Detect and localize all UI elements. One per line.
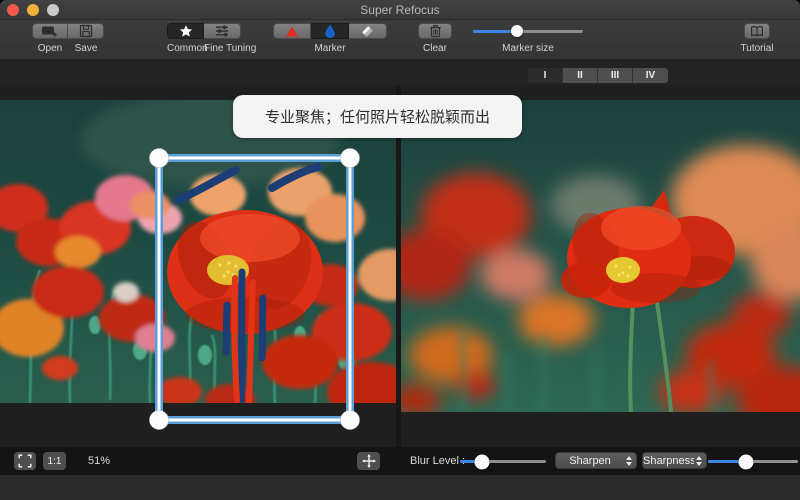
window-title: Super Refocus — [360, 3, 440, 17]
sharpness-slider[interactable] — [708, 454, 798, 469]
marker-background-button[interactable] — [273, 23, 311, 39]
floppy-disk-icon — [79, 24, 92, 38]
view-level-4[interactable]: IV — [633, 68, 668, 83]
statusbar: 1:1 51% Blur Level : Sharpen Sharpness — [0, 447, 800, 475]
actual-size-button[interactable]: 1:1 — [43, 452, 66, 470]
result-photo-panel[interactable] — [401, 100, 800, 412]
ratio-label: 1:1 — [47, 455, 62, 467]
star-icon — [179, 25, 192, 37]
tooltip-text: 专业聚焦；任何照片轻松脱颖而出 — [264, 109, 490, 126]
view-level-2[interactable]: II — [563, 68, 598, 83]
common-tab-button[interactable] — [167, 23, 204, 39]
updown-chevrons-icon — [626, 455, 632, 466]
view-level-segmented-control: I II III IV — [528, 68, 668, 83]
sliders-icon — [216, 25, 228, 37]
param-dropdown-value: Sharpness — [643, 454, 694, 467]
tutorial-button[interactable] — [744, 23, 770, 39]
tutorial-label: Tutorial — [740, 43, 774, 54]
save-button[interactable] — [68, 23, 104, 39]
book-icon — [751, 25, 763, 37]
marker-size-slider[interactable] — [473, 23, 583, 39]
marker-focus-button[interactable] — [311, 23, 349, 39]
app-window: Super Refocus Open Save Common Fine Tuni… — [0, 0, 800, 500]
original-photo-panel[interactable] — [0, 100, 396, 403]
trash-icon — [429, 25, 441, 38]
slider-knob[interactable] — [511, 25, 523, 37]
open-button[interactable] — [32, 23, 68, 39]
fit-screen-icon — [18, 454, 32, 468]
view-level-3[interactable]: III — [598, 68, 633, 83]
view-level-1[interactable]: I — [528, 68, 563, 83]
marker-eraser-button[interactable] — [349, 23, 387, 39]
selection-handle-bottom-right[interactable] — [340, 410, 360, 430]
clear-group: Clear — [418, 23, 452, 54]
subbar: I II III IV — [0, 60, 800, 85]
fit-to-screen-button[interactable] — [14, 452, 36, 470]
file-group: Open Save — [32, 23, 104, 54]
titlebar: Super Refocus — [0, 0, 800, 20]
move-icon — [361, 454, 376, 468]
bottom-strip — [0, 475, 800, 500]
fine-tuning-tab-button[interactable] — [204, 23, 241, 39]
clear-button[interactable] — [418, 23, 452, 39]
slider-knob[interactable] — [738, 454, 754, 469]
save-label: Save — [74, 43, 98, 54]
red-triangle-icon — [286, 26, 298, 36]
mode-group: Common Fine Tuning — [167, 23, 257, 54]
blur-level-slider[interactable] — [460, 454, 546, 469]
pan-button[interactable] — [357, 452, 380, 470]
param-dropdown[interactable]: Sharpness — [642, 452, 707, 469]
slider-knob[interactable] — [474, 454, 490, 469]
fine-tuning-label: Fine Tuning — [204, 43, 257, 54]
mode-dropdown[interactable]: Sharpen — [555, 452, 637, 469]
zoom-level: 51% — [88, 455, 111, 467]
photo-add-icon — [42, 26, 57, 37]
open-label: Open — [37, 43, 63, 54]
clear-label: Clear — [423, 43, 447, 54]
content-area: 专业聚焦；任何照片轻松脱颖而出 — [0, 85, 800, 447]
updown-chevrons-icon — [696, 455, 702, 466]
water-drop-icon — [324, 24, 335, 38]
tooltip: 专业聚焦；任何照片轻松脱颖而出 — [233, 95, 522, 138]
common-label: Common — [167, 43, 208, 54]
marker-label: Marker — [314, 43, 346, 54]
marker-size-label: Marker size — [502, 43, 554, 54]
eraser-icon — [362, 25, 373, 37]
toolbar: Open Save Common Fine Tuning Marker Clea… — [0, 20, 800, 60]
mode-dropdown-value: Sharpen — [569, 454, 611, 467]
selection-handle-bottom-left[interactable] — [149, 410, 169, 430]
marker-group: Marker — [273, 23, 387, 54]
marker-size-group: Marker size — [473, 23, 583, 54]
tutorial-group: Tutorial — [740, 23, 774, 54]
blur-level-label: Blur Level : — [410, 455, 466, 467]
panel-divider — [396, 85, 401, 447]
